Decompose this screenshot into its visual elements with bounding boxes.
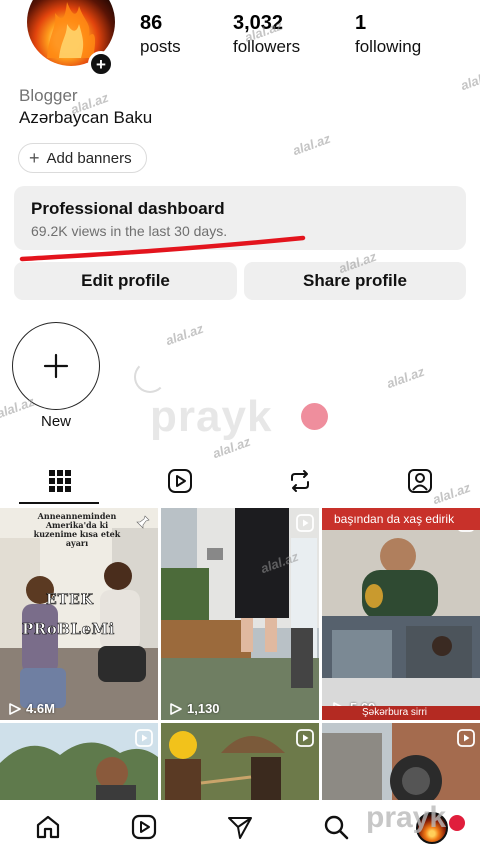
brand-watermark-dot [301, 403, 328, 430]
active-tab-indicator [19, 502, 99, 504]
add-banners-button[interactable]: + Add banners [18, 143, 147, 173]
nav-search[interactable] [321, 812, 351, 842]
following-label: following [355, 37, 422, 56]
grid-post-1[interactable]: Anneanneminden Amerika'da ki kuzenime kı… [0, 508, 158, 720]
following-stat[interactable]: 1 following [355, 12, 421, 58]
grid-icon [49, 470, 71, 492]
new-highlight-label: New [40, 413, 71, 430]
grid-post-4[interactable] [0, 723, 158, 800]
play-count-icon [9, 702, 21, 715]
post-3-bottom-banner: Şəkərbura sirri [322, 706, 480, 720]
tab-reposts[interactable] [240, 458, 360, 504]
reel-badge-icon [296, 514, 314, 532]
grid-post-5[interactable] [161, 723, 319, 800]
watermark: alal.az [458, 65, 480, 94]
brand-watermark: prayk [150, 392, 273, 441]
tagged-icon [408, 469, 432, 493]
tab-reels[interactable] [120, 458, 240, 504]
play-count-icon [170, 702, 182, 715]
post-thumbnail [322, 508, 480, 720]
loading-spinner-icon [134, 361, 166, 393]
add-banners-label: Add banners [46, 149, 132, 167]
reel-badge-icon [135, 729, 153, 747]
reel-badge-icon [296, 729, 314, 747]
watermark: alal.az [163, 320, 206, 349]
post-1-views-count: 4.6M [26, 701, 55, 716]
plus-icon: + [29, 148, 40, 168]
nav-reels[interactable] [129, 812, 159, 842]
posts-stat[interactable]: 86 posts [140, 12, 181, 58]
followers-label: followers [233, 37, 301, 56]
plus-icon [43, 353, 69, 379]
reel-badge-icon [457, 729, 475, 747]
posts-count: 86 [140, 12, 163, 34]
send-icon [228, 817, 252, 839]
nav-home[interactable] [33, 812, 63, 842]
edit-profile-button[interactable]: Edit profile [14, 262, 237, 300]
posts-label: posts [140, 37, 181, 56]
post-1-views: 4.6M [8, 701, 55, 716]
tab-grid[interactable] [0, 458, 120, 504]
home-icon [36, 815, 60, 839]
search-icon [324, 815, 349, 840]
pin-icon [136, 515, 150, 529]
post-1-overlay-etek: ETEK [46, 592, 94, 609]
watermark: alal.az [384, 363, 427, 392]
post-1-caption: Anneanneminden Amerika'da ki kuzenime kı… [33, 511, 121, 548]
following-count: 1 [355, 12, 367, 34]
dashboard-title: Professional dashboard [31, 199, 225, 218]
post-thumbnail [161, 508, 319, 720]
post-3-top-banner: başından da xaş edirik [322, 508, 480, 530]
red-underline-annotation [19, 235, 306, 262]
watermark: alal.az [290, 130, 333, 159]
nav-direct[interactable] [225, 812, 255, 842]
brand-watermark-bottom: prayk [366, 801, 447, 834]
profile-tabs [0, 458, 480, 504]
brand-watermark-bottom-dot [449, 815, 465, 831]
grid-post-2[interactable]: 1,130 [161, 508, 319, 720]
add-story-plus-icon[interactable]: + [88, 51, 114, 77]
reels-icon [168, 469, 192, 493]
post-2-views-count: 1,130 [187, 701, 220, 716]
post-1-overlay-problemi: PRoBLeMi [22, 620, 115, 639]
post-2-views: 1,130 [169, 701, 220, 716]
reels-icon [131, 814, 157, 840]
grid-post-3[interactable]: 5.69 [322, 508, 480, 720]
reposts-icon [291, 470, 309, 492]
grid-post-6[interactable] [322, 723, 480, 800]
